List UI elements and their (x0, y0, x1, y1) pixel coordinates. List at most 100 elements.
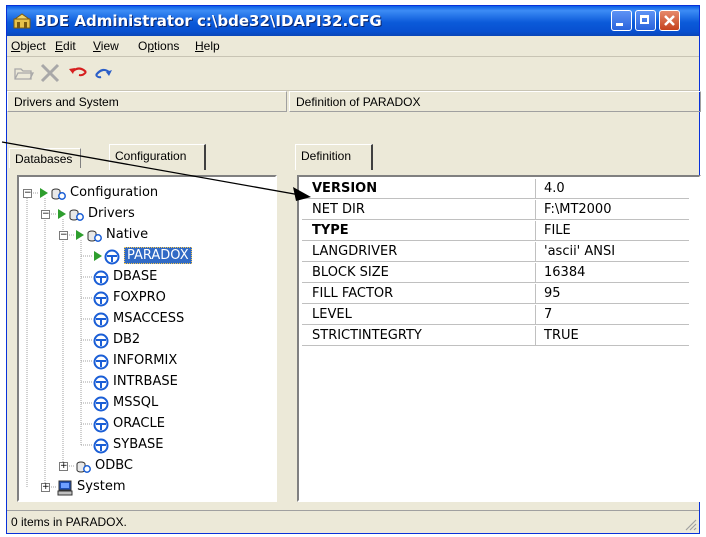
menu-bar: Object Edit View Options Help (7, 36, 699, 57)
definition-value[interactable]: 'ascii' ANSI (544, 244, 615, 259)
config-icon (76, 461, 91, 473)
maximize-button[interactable] (635, 10, 656, 31)
tab-databases[interactable]: Databases (9, 148, 81, 168)
config-icon (87, 230, 102, 242)
definition-key: STRICTINTEGRTY (312, 328, 422, 343)
driver-icon (93, 396, 109, 412)
computer-icon (57, 480, 73, 496)
tab-definition-label: Definition (301, 149, 352, 163)
column-divider (535, 200, 536, 220)
close-button[interactable] (659, 10, 680, 31)
definition-value[interactable]: 16384 (544, 265, 585, 280)
tree-node-label: PARADOX (124, 247, 192, 264)
definition-key: FILL FACTOR (312, 286, 394, 301)
definition-key: LANGDRIVER (312, 244, 398, 259)
column-divider (535, 263, 536, 283)
tab-databases-label: Databases (15, 152, 73, 166)
tree-node-label: Native (106, 227, 149, 242)
tree-node-label: ODBC (95, 458, 134, 473)
tree-node-label: MSSQL (113, 395, 159, 410)
tree-node-label: Drivers (88, 206, 135, 221)
column-divider (535, 305, 536, 325)
driver-icon (104, 249, 120, 265)
definition-value[interactable]: FILE (544, 223, 571, 238)
driver-icon (93, 333, 109, 349)
tree-node-label: DB2 (113, 332, 141, 347)
minimize-button[interactable] (611, 10, 632, 31)
definition-row[interactable]: LEVEL 7 (302, 305, 689, 325)
driver-icon (93, 312, 109, 328)
toolbar (7, 57, 699, 91)
right-pane-header: Definition of PARADOX (289, 91, 701, 112)
driver-icon (93, 438, 109, 454)
definition-row[interactable]: BLOCK SIZE 16384 (302, 263, 689, 283)
column-divider (535, 326, 536, 346)
tree-node-label: INTRBASE (113, 374, 178, 389)
expand-icon[interactable]: + (41, 483, 50, 492)
definition-value[interactable]: 95 (544, 286, 561, 301)
green-arrow-icon (40, 188, 48, 198)
tree-node-label: MSACCESS (113, 311, 185, 326)
title-bar[interactable]: BDE Administrator c:\bde32\IDAPI32.CFG (7, 6, 699, 36)
driver-icon (93, 354, 109, 370)
menu-view[interactable]: View (93, 39, 119, 53)
green-arrow-icon (76, 230, 84, 240)
driver-icon (93, 270, 109, 286)
driver-icon (93, 417, 109, 433)
left-pane-header: Drivers and System (7, 91, 287, 112)
column-divider (535, 179, 536, 199)
definition-row[interactable]: VERSION 4.0 (302, 179, 689, 199)
definition-value[interactable]: TRUE (544, 328, 579, 343)
definition-key: BLOCK SIZE (312, 265, 389, 280)
tree-node-label: FOXPRO (113, 290, 166, 305)
definition-grid: VERSION 4.0 NET DIR F:\MT2000 TYPE FILE LANGDR… (297, 175, 701, 502)
collapse-icon[interactable]: − (59, 231, 68, 240)
resize-grip-icon[interactable] (683, 517, 697, 531)
definition-key: VERSION (312, 181, 378, 196)
collapse-icon[interactable]: − (41, 210, 50, 219)
driver-icon (93, 291, 109, 307)
bde-app-icon (13, 13, 31, 29)
config-icon (69, 209, 84, 221)
definition-row[interactable]: TYPE FILE (302, 221, 689, 241)
tab-configuration[interactable]: Configuration (109, 144, 206, 170)
definition-value[interactable]: 7 (544, 307, 552, 322)
status-bar: 0 items in PARADOX. (7, 510, 699, 533)
close-icon (664, 15, 675, 26)
redo-icon[interactable] (90, 61, 116, 85)
definition-row[interactable]: FILL FACTOR 95 (302, 284, 689, 304)
window-title: BDE Administrator c:\bde32\IDAPI32.CFG (35, 12, 382, 30)
tree-node-label: SYBASE (113, 437, 164, 452)
collapse-icon[interactable]: − (23, 189, 32, 198)
green-arrow-icon (94, 251, 102, 261)
status-text: 0 items in PARADOX. (11, 515, 127, 529)
tab-definition[interactable]: Definition (295, 144, 373, 170)
definition-key: LEVEL (312, 307, 352, 322)
expand-icon[interactable]: + (59, 462, 68, 471)
definition-key: NET DIR (312, 202, 365, 217)
tree-node-label: DBASE (113, 269, 158, 284)
tree-node-label: Configuration (70, 185, 159, 200)
bde-administrator-window: BDE Administrator c:\bde32\IDAPI32.CFG O… (6, 5, 701, 534)
driver-tree[interactable]: − Configuration − Drivers − Native PARADOX DBAS… (17, 175, 277, 502)
column-divider (535, 242, 536, 262)
definition-row[interactable]: STRICTINTEGRTY TRUE (302, 326, 689, 346)
definition-key: TYPE (312, 223, 349, 238)
definition-value[interactable]: F:\MT2000 (544, 202, 611, 217)
column-divider (535, 221, 536, 241)
driver-icon (93, 375, 109, 391)
tree-node-label: System (77, 479, 126, 494)
undo-icon[interactable] (66, 61, 92, 85)
definition-row[interactable]: LANGDRIVER 'ascii' ANSI (302, 242, 689, 262)
menu-edit[interactable]: Edit (55, 39, 76, 53)
menu-options[interactable]: Options (138, 39, 179, 53)
delete-icon[interactable] (37, 61, 63, 85)
tree-node-label: ORACLE (113, 416, 165, 431)
tree-node-label: INFORMIX (113, 353, 178, 368)
menu-help[interactable]: Help (195, 39, 220, 53)
definition-row[interactable]: NET DIR F:\MT2000 (302, 200, 689, 220)
menu-object[interactable]: Object (11, 39, 46, 53)
definition-value[interactable]: 4.0 (544, 181, 565, 196)
open-icon[interactable] (11, 61, 37, 85)
tab-configuration-label: Configuration (115, 149, 187, 163)
